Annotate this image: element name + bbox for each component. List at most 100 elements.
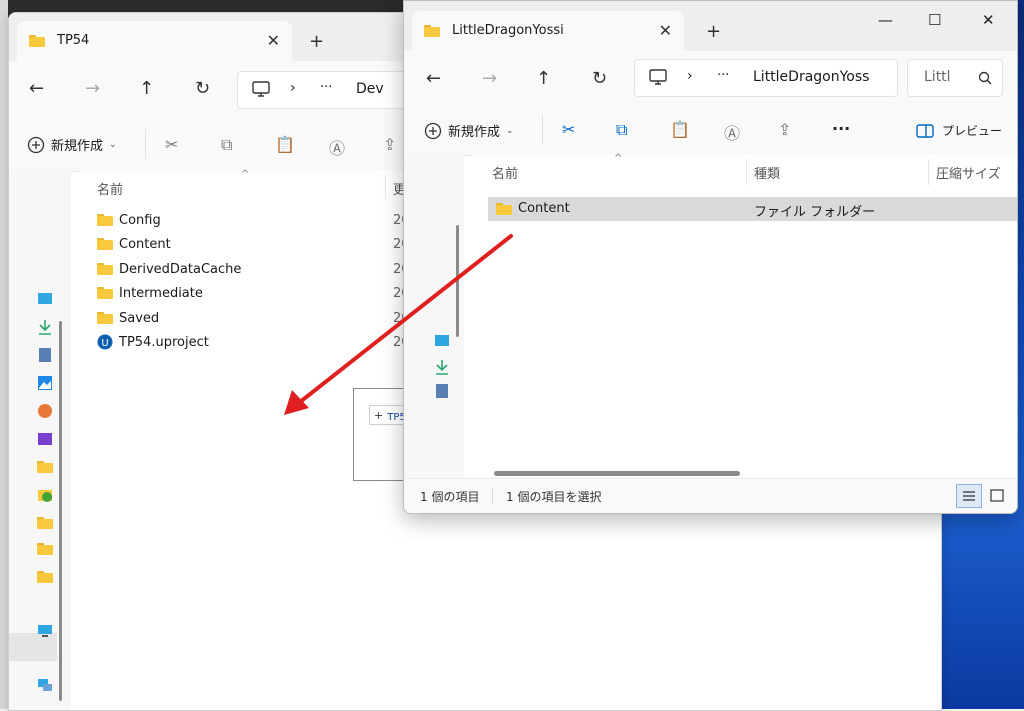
- pictures-icon[interactable]: [37, 375, 53, 391]
- close-tab-icon[interactable]: ✕: [267, 31, 280, 50]
- file-name: Intermediate: [119, 285, 203, 301]
- new-button-label: 新規作成: [51, 139, 104, 154]
- folder-icon[interactable]: [37, 543, 53, 555]
- chevron-down-icon: ⌄: [109, 139, 117, 150]
- breadcrumb-overflow[interactable]: ···: [717, 68, 729, 83]
- file-list: 名前 ^ 種類 圧縮サイズ Content ファイル フォルダー: [472, 153, 1017, 479]
- chevron-right-icon: ›: [687, 68, 693, 84]
- copy-icon[interactable]: ⧉: [616, 120, 627, 140]
- navigation-bar: ← → ↑ ↻ › ··· LittleDragonYoss Littl: [404, 51, 1017, 105]
- column-divider: [746, 159, 747, 185]
- back-arrow-icon[interactable]: ←: [426, 68, 441, 89]
- column-header-name[interactable]: 名前: [492, 163, 518, 182]
- folder-icon[interactable]: [37, 461, 53, 473]
- up-arrow-icon[interactable]: ↑: [139, 78, 154, 99]
- sync-folder-icon[interactable]: [37, 487, 53, 503]
- column-header-size[interactable]: 圧縮サイズ: [936, 163, 1001, 182]
- documents-icon[interactable]: [434, 383, 450, 399]
- search-box[interactable]: Littl: [907, 59, 1003, 97]
- chevron-right-icon: ›: [290, 80, 296, 96]
- new-button[interactable]: 新規作成 ⌄: [424, 121, 514, 140]
- breadcrumb-segment[interactable]: LittleDragonYoss: [753, 69, 869, 85]
- column-header-type[interactable]: 種類: [754, 163, 780, 182]
- tab-title: TP54: [57, 33, 90, 48]
- horizontal-scrollbar[interactable]: [494, 471, 740, 476]
- minimize-icon[interactable]: —: [878, 11, 893, 29]
- folder-icon[interactable]: [37, 571, 53, 583]
- share-icon[interactable]: ⇪: [383, 135, 396, 154]
- download-icon[interactable]: [37, 319, 53, 335]
- list-item[interactable]: Content 20: [97, 232, 410, 256]
- scrollbar[interactable]: [456, 225, 459, 337]
- folder-icon: [97, 263, 113, 275]
- refresh-icon[interactable]: ↻: [195, 78, 210, 99]
- tab-title: LittleDragonYossi: [452, 23, 564, 38]
- preview-label: プレビュー: [942, 124, 1003, 138]
- paste-icon[interactable]: 📋: [670, 120, 690, 139]
- new-button[interactable]: 新規作成 ⌄: [27, 135, 117, 154]
- divider: [492, 488, 493, 504]
- documents-icon[interactable]: [37, 347, 53, 363]
- maximize-icon[interactable]: ☐: [928, 11, 941, 29]
- table-row-selected[interactable]: Content ファイル フォルダー: [488, 197, 1017, 221]
- desktop-icon[interactable]: [37, 291, 53, 307]
- list-item[interactable]: DerivedDataCache 20: [97, 257, 410, 281]
- close-tab-icon[interactable]: ✕: [659, 21, 672, 40]
- file-name: Saved: [119, 310, 160, 326]
- list-item[interactable]: Intermediate 20: [97, 281, 410, 305]
- plus-circle-icon: [27, 136, 45, 153]
- download-icon[interactable]: [434, 359, 450, 375]
- up-arrow-icon[interactable]: ↑: [536, 68, 551, 89]
- file-name: TP54.uproject: [119, 334, 209, 350]
- desktop-icon[interactable]: [434, 333, 450, 349]
- search-icon[interactable]: [978, 71, 992, 85]
- cut-icon[interactable]: ✂: [562, 120, 575, 139]
- paste-icon[interactable]: 📋: [275, 135, 295, 154]
- music-icon[interactable]: [37, 403, 53, 419]
- address-bar[interactable]: › ··· LittleDragonYoss: [634, 59, 898, 97]
- file-name: Config: [119, 212, 161, 228]
- list-item[interactable]: U TP54.uproject 20: [97, 330, 410, 354]
- new-tab-button[interactable]: +: [309, 31, 324, 52]
- explorer-window-littledragonyossi: LittleDragonYossi ✕ + — ☐ ✕ ← → ↑ ↻ › ··…: [403, 0, 1018, 514]
- back-arrow-icon[interactable]: ←: [29, 78, 44, 99]
- scrollbar[interactable]: [59, 321, 62, 701]
- details-view-button[interactable]: [956, 484, 982, 508]
- cut-icon[interactable]: ✂: [165, 135, 178, 154]
- large-icons-view-icon[interactable]: [990, 489, 1004, 503]
- this-pc-icon[interactable]: [37, 623, 53, 639]
- rename-icon[interactable]: Ⓐ: [329, 135, 345, 159]
- refresh-icon[interactable]: ↻: [592, 68, 607, 89]
- close-window-icon[interactable]: ✕: [982, 11, 995, 29]
- column-header-name[interactable]: 名前: [97, 179, 123, 198]
- folder-icon[interactable]: [37, 517, 53, 529]
- list-item[interactable]: Saved 20: [97, 306, 410, 330]
- file-name: Content: [518, 201, 570, 216]
- network-icon[interactable]: [37, 677, 53, 693]
- column-divider: [385, 175, 386, 199]
- divider: [542, 115, 543, 145]
- breadcrumb-overflow[interactable]: ···: [320, 80, 332, 95]
- folder-icon: [424, 25, 440, 37]
- share-icon[interactable]: ⇪: [778, 120, 791, 139]
- tab-strip: LittleDragonYossi ✕ + — ☐ ✕: [404, 1, 1017, 51]
- videos-icon[interactable]: [37, 431, 53, 447]
- rename-icon[interactable]: Ⓐ: [724, 120, 740, 144]
- tab-tp54[interactable]: TP54 ✕: [17, 21, 292, 61]
- command-bar: 新規作成 ⌄ ✂ ⧉ 📋 Ⓐ ⇪ ··· プレビュー: [404, 105, 1017, 156]
- new-tab-button[interactable]: +: [706, 21, 721, 42]
- preview-pane-button[interactable]: プレビュー: [916, 122, 1002, 139]
- navigation-pane: [9, 171, 71, 710]
- more-options-icon[interactable]: ···: [832, 119, 850, 138]
- breadcrumb-segment[interactable]: Dev: [356, 81, 384, 97]
- divider: [145, 129, 146, 159]
- tab-littledragonyossi[interactable]: LittleDragonYossi ✕: [412, 11, 684, 51]
- forward-arrow-icon[interactable]: →: [85, 78, 100, 99]
- list-item[interactable]: Config 20: [97, 208, 410, 232]
- file-name: DerivedDataCache: [119, 261, 242, 277]
- chevron-down-icon: ⌄: [506, 125, 514, 136]
- forward-arrow-icon[interactable]: →: [482, 68, 497, 89]
- copy-icon[interactable]: ⧉: [221, 135, 232, 155]
- preview-pane-icon: [916, 123, 934, 138]
- search-input-text[interactable]: Littl: [924, 69, 951, 85]
